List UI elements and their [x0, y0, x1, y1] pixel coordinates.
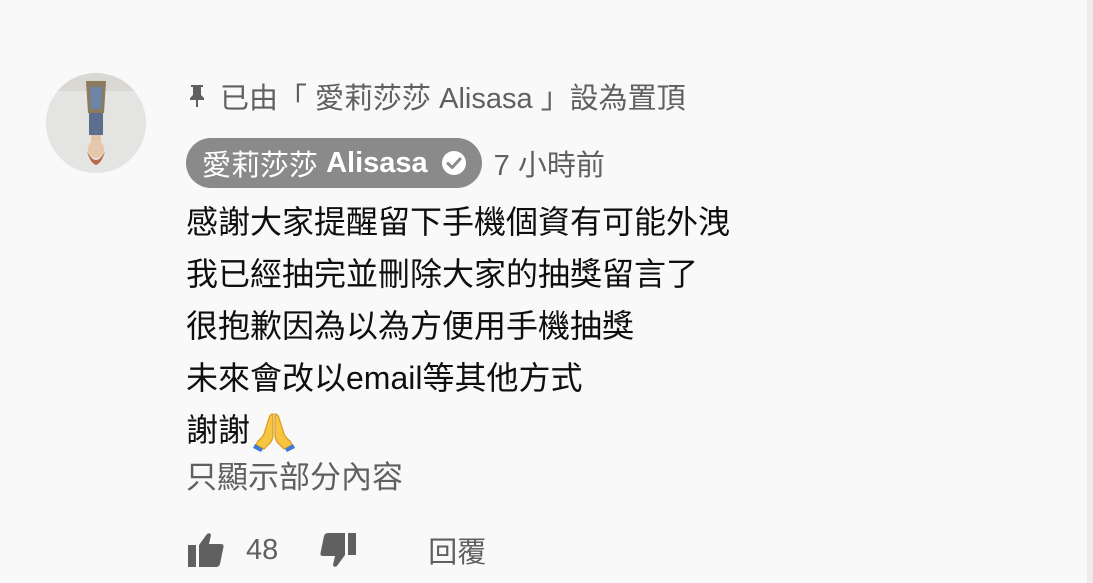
thumbs-down-icon: [320, 533, 357, 567]
avatar-photo: [46, 73, 146, 173]
scrollbar[interactable]: [1087, 0, 1093, 583]
like-count: 48: [246, 533, 279, 566]
comment-line: 感謝大家提醒留下手機個資有可能外洩: [186, 204, 731, 240]
comment-actions: 48 回覆: [186, 528, 486, 572]
reply-button[interactable]: 回覆: [428, 529, 486, 571]
dislike-button[interactable]: [318, 530, 358, 570]
comment-line-last: 謝謝: [186, 404, 1066, 456]
comment-text: 感謝大家提醒留下手機個資有可能外洩 我已經抽完並刪除大家的抽獎留言了 很抱歉因為…: [186, 196, 1066, 456]
comment-line: 很抱歉因為以為方便用手機抽獎: [186, 308, 635, 344]
pin-icon: [186, 83, 208, 109]
thumbs-up-icon: [188, 533, 224, 567]
author-chip[interactable]: 愛莉莎莎 Alisasa: [186, 138, 482, 188]
comment-header: 愛莉莎莎 Alisasa 7 小時前: [186, 138, 605, 188]
verified-check-icon: [440, 149, 468, 177]
pinned-text: 已由「 愛莉莎莎 Alisasa 」設為置頂: [220, 83, 686, 115]
author-name-latin: Alisasa: [326, 146, 428, 179]
author-avatar[interactable]: [46, 73, 146, 173]
author-name-cjk: 愛莉莎莎: [202, 150, 319, 182]
comment-line: 未來會改以email等其他方式: [186, 360, 583, 396]
folded-hands-emoji-icon: [252, 408, 296, 452]
like-button[interactable]: [186, 530, 226, 570]
comment-line: 我已經抽完並刪除大家的抽獎留言了: [186, 256, 699, 292]
pinned-indicator: 已由「 愛莉莎莎 Alisasa 」設為置頂: [186, 76, 686, 116]
comment-line-text: 謝謝: [186, 412, 251, 448]
show-less-link[interactable]: 只顯示部分內容: [186, 454, 403, 502]
comment-timestamp[interactable]: 7 小時前: [494, 142, 605, 184]
